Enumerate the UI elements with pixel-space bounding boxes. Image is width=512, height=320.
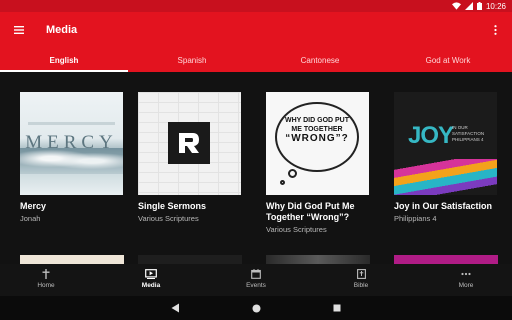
series-artwork-why-did-god: WHY DID GOD PUT ME TOGETHER “WRONG”?: [266, 92, 369, 195]
nav-more[interactable]: More: [451, 264, 481, 296]
nav-label: Bible: [353, 282, 369, 289]
media-play-icon: [145, 269, 157, 279]
system-navigation-bar: [0, 296, 512, 320]
nav-bible[interactable]: Bible: [346, 264, 376, 296]
series-card-partial[interactable]: [20, 255, 124, 264]
nav-home[interactable]: Home: [31, 264, 61, 296]
series-card-partial[interactable]: [266, 255, 370, 264]
series-artwork-mercy: MERCY: [20, 92, 123, 195]
tab-spanish[interactable]: Spanish: [128, 48, 256, 72]
series-title: Mercy: [20, 201, 47, 211]
series-card-why-did-god[interactable]: WHY DID GOD PUT ME TOGETHER “WRONG”? Why…: [266, 92, 370, 234]
app-bar: Media: [0, 12, 512, 48]
artwork-text: PHILIPPIANS 4: [452, 137, 484, 142]
battery-icon: [476, 2, 482, 10]
church-logo-icon: [168, 122, 210, 164]
status-bar: 10:26: [0, 0, 512, 12]
language-tabs: English Spanish Cantonese God at Work: [0, 48, 512, 72]
artwork-text: MERCY: [25, 132, 118, 153]
recents-icon[interactable]: [333, 304, 341, 312]
more-vert-icon[interactable]: [488, 22, 502, 38]
series-card-partial[interactable]: [138, 255, 242, 264]
series-scripture: Various Scriptures: [266, 225, 327, 234]
artwork-text: JOY: [408, 122, 454, 149]
nav-events[interactable]: Events: [241, 264, 271, 296]
artwork-text: “WRONG”?: [285, 133, 349, 144]
hamburger-menu-icon[interactable]: [4, 12, 34, 48]
nav-media[interactable]: Media: [136, 264, 166, 296]
series-title: Single Sermons: [138, 201, 207, 211]
back-icon[interactable]: [171, 303, 180, 313]
page-title: Media: [46, 24, 78, 36]
status-time: 10:26: [485, 1, 506, 11]
nav-label: Home: [37, 282, 55, 289]
nav-label: More: [458, 282, 474, 289]
bottom-navigation: Home Media Events Bible More: [0, 264, 512, 296]
media-series-grid: MERCY Mercy Jonah Single Sermons Various…: [0, 72, 512, 264]
nav-label: Media: [141, 282, 161, 289]
series-card-partial[interactable]: [394, 255, 498, 264]
wifi-icon: [451, 2, 461, 10]
tab-cantonese[interactable]: Cantonese: [256, 48, 384, 72]
home-icon[interactable]: [252, 304, 261, 313]
series-card-mercy[interactable]: MERCY Mercy Jonah: [20, 92, 124, 223]
series-title: Why Did God Put Me Together “Wrong”?: [266, 201, 355, 222]
series-scripture: Various Scriptures: [138, 214, 199, 223]
series-scripture: Philippians 4: [394, 214, 437, 223]
cross-icon: [42, 269, 50, 279]
tab-god-at-work[interactable]: God at Work: [384, 48, 512, 72]
bible-icon: [356, 269, 366, 279]
artwork-text: WHY DID GOD PUT: [284, 117, 350, 124]
series-artwork-joy: JOY IN OUR SATISFACTION PHILIPPIANS 4: [394, 92, 497, 195]
more-horiz-icon: [461, 272, 471, 276]
nav-label: Events: [246, 282, 266, 289]
calendar-icon: [251, 269, 261, 279]
series-artwork-single-sermons: [138, 92, 241, 195]
series-title: Joy in Our Satisfaction: [394, 201, 493, 211]
tab-english[interactable]: English: [0, 48, 128, 72]
series-card-joy[interactable]: JOY IN OUR SATISFACTION PHILIPPIANS 4 Jo…: [394, 92, 498, 223]
series-scripture: Jonah: [20, 214, 41, 223]
signal-icon: [464, 2, 473, 10]
series-card-single-sermons[interactable]: Single Sermons Various Scriptures: [138, 92, 242, 223]
